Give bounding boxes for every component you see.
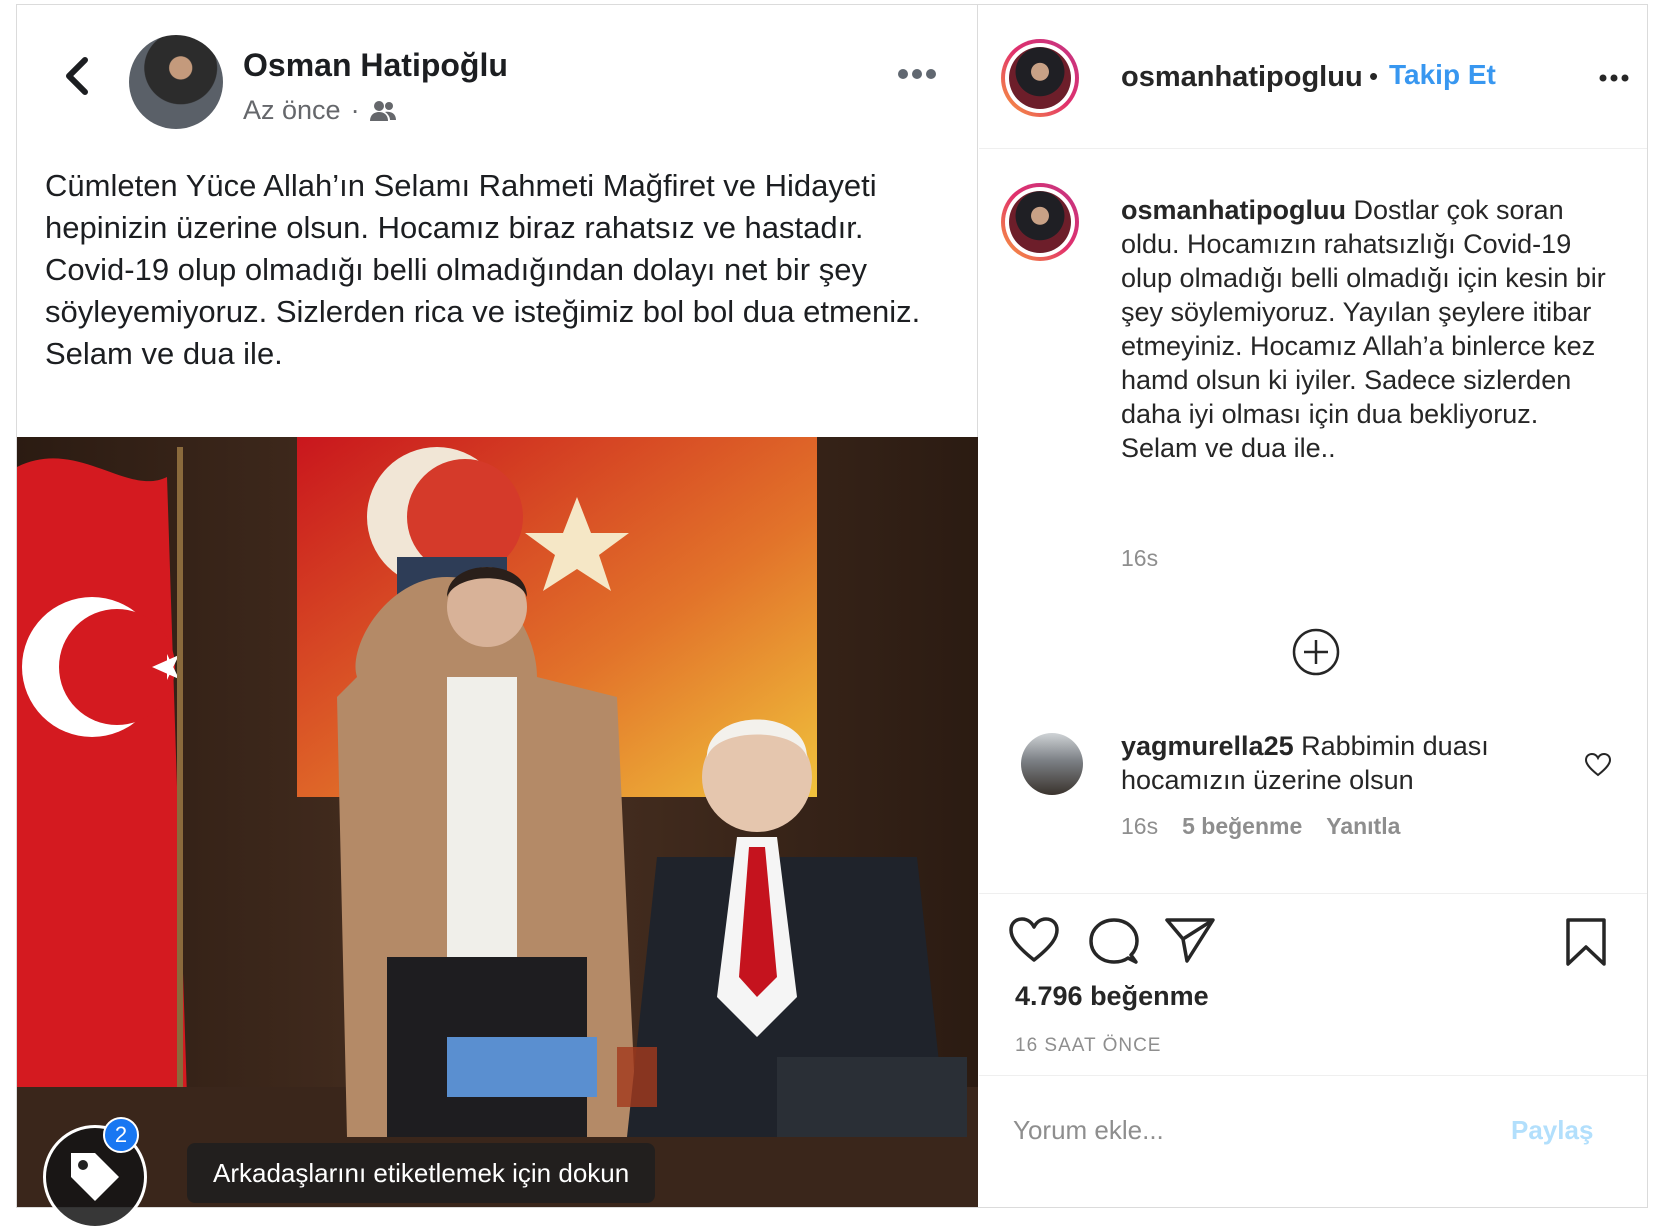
like-count[interactable]: 4.796 beğenme bbox=[1015, 981, 1209, 1012]
more-dots-icon bbox=[898, 69, 936, 79]
back-button[interactable] bbox=[55, 55, 97, 97]
divider bbox=[979, 1075, 1647, 1076]
screenshot-frame: Osman Hatipoğlu Az önce · Cümleten Yüce … bbox=[16, 4, 1648, 1229]
comment: yagmurella25 Rabbimin duası hocamızın üz… bbox=[1121, 729, 1541, 797]
like-button[interactable] bbox=[1009, 917, 1059, 968]
comment-username[interactable]: yagmurella25 bbox=[1121, 731, 1294, 761]
facebook-post-header: Osman Hatipoğlu Az önce · bbox=[17, 5, 978, 135]
share-post-button[interactable] bbox=[1165, 917, 1215, 968]
author-avatar[interactable] bbox=[129, 35, 223, 129]
tag-count-badge: 2 bbox=[103, 1117, 139, 1153]
plus-circle-icon bbox=[1292, 628, 1340, 676]
caption-username[interactable]: osmanhatipogluu bbox=[1121, 195, 1346, 225]
paper-plane-icon bbox=[1165, 918, 1215, 963]
heart-icon bbox=[1009, 917, 1059, 962]
caption-closing: Selam ve dua ile.. bbox=[1121, 433, 1336, 463]
post-comment-button[interactable]: Paylaş bbox=[1511, 1115, 1593, 1146]
header-dot: • bbox=[1369, 61, 1379, 91]
caption-time: 16s bbox=[1121, 545, 1159, 571]
comment-bubble-icon bbox=[1089, 918, 1139, 964]
instagram-panel: osmanhatipogluu • Takip Et osmanhatipogl… bbox=[979, 5, 1647, 1207]
author-name[interactable]: Osman Hatipoğlu bbox=[243, 47, 508, 84]
post-meta: Az önce · bbox=[243, 95, 396, 126]
meta-separator: · bbox=[350, 95, 360, 125]
comment-meta: 16s 5 beğenme Yanıtla bbox=[1121, 813, 1400, 840]
caption-avatar[interactable] bbox=[1001, 183, 1079, 261]
comment-like-button[interactable] bbox=[1584, 752, 1612, 782]
divider bbox=[979, 893, 1647, 894]
comment-button[interactable] bbox=[1089, 917, 1139, 970]
save-button[interactable] bbox=[1565, 917, 1607, 972]
tag-icon bbox=[71, 1153, 119, 1201]
post-photo[interactable] bbox=[17, 437, 978, 1207]
add-comment-input[interactable] bbox=[1013, 1115, 1473, 1146]
chevron-left-icon bbox=[66, 57, 88, 95]
more-dots-icon bbox=[1599, 74, 1629, 82]
header-username[interactable]: osmanhatipogluu bbox=[1121, 61, 1363, 94]
follow-button[interactable]: Takip Et bbox=[1389, 59, 1496, 91]
heart-icon bbox=[1584, 752, 1612, 777]
post-caption: osmanhatipogluu Dostlar çok soran oldu. … bbox=[1121, 193, 1621, 465]
photo-illustration bbox=[17, 437, 978, 1207]
load-more-comments-button[interactable] bbox=[1291, 627, 1341, 677]
post-text: Cümleten Yüce Allah’ın Selamı Rahmeti Ma… bbox=[45, 168, 921, 371]
bookmark-icon bbox=[1566, 918, 1606, 966]
tag-hint-tooltip[interactable]: Arkadaşlarını etiketlemek için dokun bbox=[187, 1143, 656, 1203]
comment-likes[interactable]: 5 beğenme bbox=[1182, 813, 1302, 840]
friends-audience-icon[interactable] bbox=[369, 100, 396, 122]
facebook-post: Osman Hatipoğlu Az önce · Cümleten Yüce … bbox=[17, 5, 978, 1229]
posted-time: 16 SAAT ÖNCE bbox=[1015, 1035, 1162, 1056]
comment-time: 16s bbox=[1121, 813, 1159, 839]
instagram-header: osmanhatipogluu • Takip Et bbox=[979, 5, 1647, 149]
header-more-button[interactable] bbox=[1599, 69, 1629, 87]
comment-reply-button[interactable]: Yanıtla bbox=[1326, 813, 1400, 840]
post-time[interactable]: Az önce bbox=[243, 95, 341, 126]
commenter-avatar[interactable] bbox=[1021, 733, 1083, 795]
caption-text: Dostlar çok soran oldu. Hocamızın rahats… bbox=[1121, 195, 1606, 429]
more-options-button[interactable] bbox=[897, 67, 937, 85]
profile-avatar[interactable] bbox=[1001, 39, 1079, 117]
